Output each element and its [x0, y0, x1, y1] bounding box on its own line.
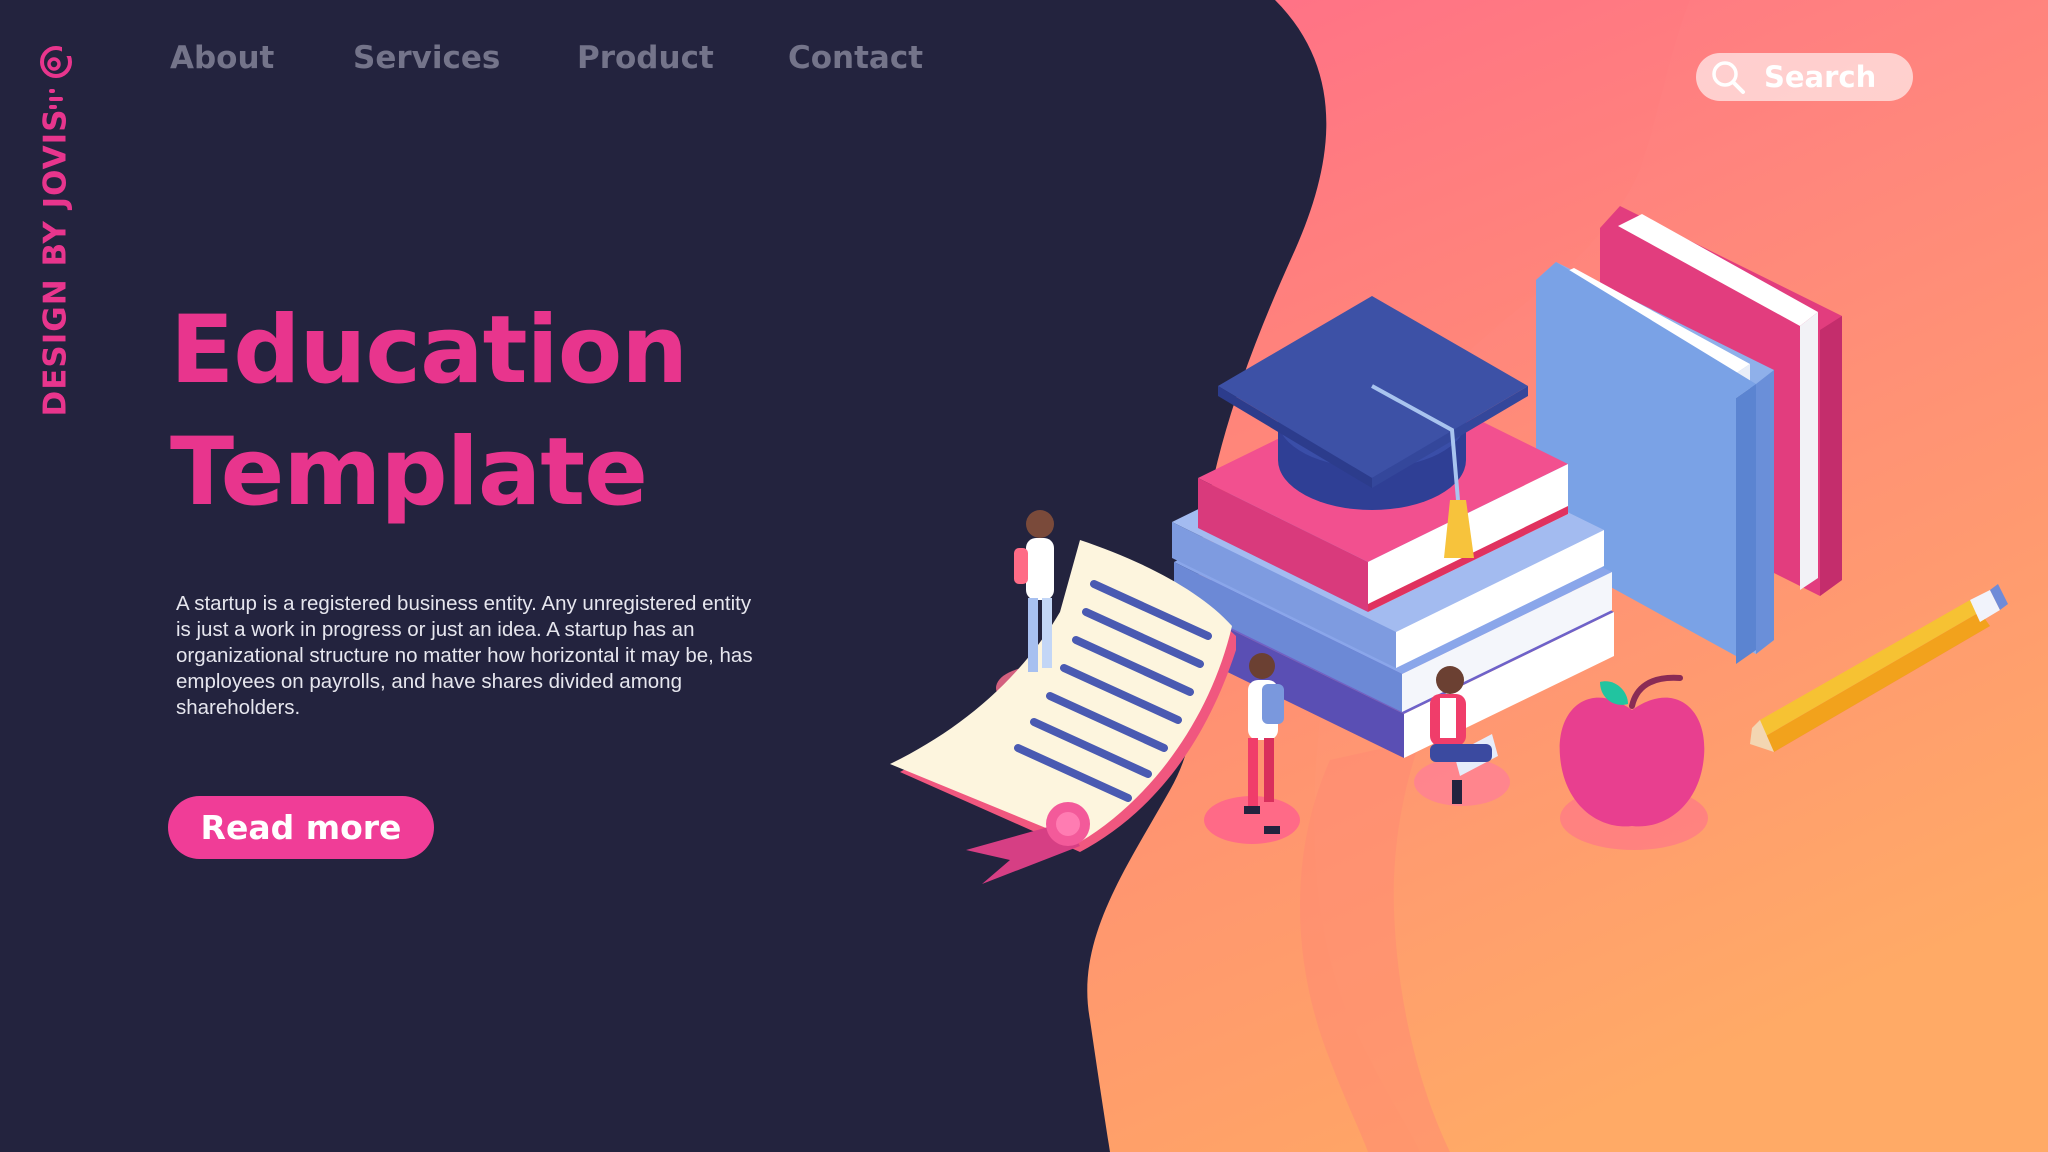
apple	[1559, 674, 1705, 827]
search-label: Search	[1764, 60, 1877, 94]
nav-link-contact[interactable]: Contact	[788, 40, 923, 76]
target-logo-icon	[40, 44, 74, 78]
brand: DESIGN BY JOVIS	[36, 44, 76, 424]
landing-page: DESIGN BY JOVIS About Services Product C…	[0, 0, 2048, 1152]
nav-link-product[interactable]: Product	[577, 40, 714, 76]
brand-name: DESIGN BY JOVIS	[37, 108, 74, 417]
read-more-button[interactable]: Read more	[168, 796, 434, 859]
nav-link-services[interactable]: Services	[353, 40, 500, 76]
pencil	[1750, 584, 2008, 752]
education-illustration	[890, 206, 2008, 884]
hero-title-line-1: Education	[170, 296, 688, 405]
student-standing	[1014, 510, 1054, 672]
search-icon	[1712, 61, 1745, 94]
hero-title-line-2: Template	[170, 418, 648, 527]
hero-description: A startup is a registered business entit…	[176, 592, 753, 719]
diploma-scroll	[890, 540, 1236, 884]
search-button[interactable]: Search	[1696, 53, 1913, 101]
nav-link-about[interactable]: About	[170, 40, 274, 76]
hero-title: Education Template	[170, 290, 688, 534]
